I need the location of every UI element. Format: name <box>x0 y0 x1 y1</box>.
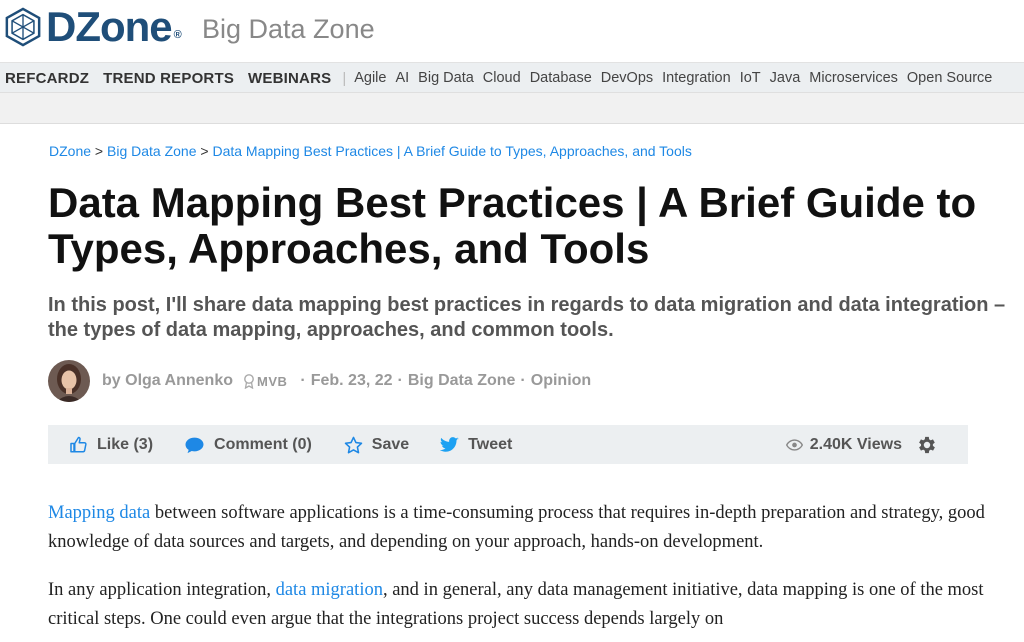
tweet-label: Tweet <box>468 435 513 453</box>
action-bar: Like (3) Comment (0) Save Tweet 2.40K Vi… <box>48 425 968 464</box>
byline-zone[interactable]: Big Data Zone <box>408 372 516 390</box>
nav-webinars[interactable]: WEBINARS <box>248 70 331 87</box>
comment-icon <box>185 437 204 453</box>
sub-nav-bar <box>0 92 1024 124</box>
comment-label: Comment (0) <box>214 435 312 453</box>
nav-topic-cloud[interactable]: Cloud <box>483 70 521 86</box>
tweet-button[interactable]: Tweet <box>440 436 512 454</box>
article-paragraph: In any application integration, data mig… <box>48 576 988 634</box>
paragraph-text: between software applications is a time-… <box>48 503 985 552</box>
mvb-badge: MVB <box>243 374 287 389</box>
like-label: Like (3) <box>97 435 154 453</box>
nav-refcardz[interactable]: REFCARDZ <box>5 70 89 87</box>
author-avatar[interactable] <box>48 360 90 402</box>
author-avatar-image <box>48 360 90 402</box>
nav-topic-big-data[interactable]: Big Data <box>418 70 474 86</box>
mapping-data-link[interactable]: Mapping data <box>48 503 150 523</box>
byline-dot: · <box>300 372 306 389</box>
nav-trend-reports[interactable]: TREND REPORTS <box>103 70 234 87</box>
save-button[interactable]: Save <box>344 436 409 454</box>
byline-dot: · <box>520 372 526 389</box>
like-button[interactable]: Like (3) <box>69 436 153 454</box>
breadcrumb-dzone[interactable]: DZone <box>49 143 91 159</box>
dzone-logo-icon <box>5 7 41 47</box>
dzone-logo[interactable]: DZone ® <box>4 3 182 50</box>
award-ribbon-icon <box>244 373 254 389</box>
data-migration-link[interactable]: data migration <box>276 580 383 600</box>
article-paragraph: Mapping data between software applicatio… <box>48 499 988 557</box>
breadcrumb-separator: > <box>200 143 209 159</box>
nav-topic-integration[interactable]: Integration <box>662 70 731 86</box>
nav-topic-ai[interactable]: AI <box>395 70 409 86</box>
nav-separator: | <box>342 69 347 87</box>
author-name[interactable]: Olga Annenko <box>125 372 233 390</box>
site-header: DZone ® Big Data Zone <box>0 0 1024 62</box>
nav-topic-microservices[interactable]: Microservices <box>809 70 898 86</box>
thumbs-up-icon <box>70 436 87 452</box>
views-label: 2.40K Views <box>809 435 902 453</box>
nav-topic-devops[interactable]: DevOps <box>601 70 653 86</box>
byline: by Olga Annenko MVB · Feb. 23, 22 · Big … <box>48 360 591 402</box>
breadcrumb-current-article[interactable]: Data Mapping Best Practices | A Brief Gu… <box>212 143 691 159</box>
breadcrumb-big-data-zone[interactable]: Big Data Zone <box>107 143 197 159</box>
gear-icon[interactable] <box>916 434 938 456</box>
breadcrumb: DZone > Big Data Zone > Data Mapping Bes… <box>49 143 692 159</box>
article-title: Data Mapping Best Practices | A Brief Gu… <box>48 179 977 272</box>
byline-dot: · <box>397 372 403 389</box>
main-nav: REFCARDZ TREND REPORTS WEBINARS | Agile … <box>0 62 1024 93</box>
zone-title[interactable]: Big Data Zone <box>202 12 375 46</box>
twitter-bird-icon <box>440 436 459 452</box>
dzone-logo-text: DZone ® <box>46 3 182 50</box>
byline-prefix: by <box>102 372 121 389</box>
save-label: Save <box>371 435 410 453</box>
star-icon <box>344 436 363 453</box>
mvb-label: MVB <box>256 373 288 389</box>
nav-topic-agile[interactable]: Agile <box>354 70 386 86</box>
article-type: Opinion <box>530 372 592 389</box>
nav-topic-database[interactable]: Database <box>530 70 592 86</box>
paragraph-text: In any application integration, <box>48 580 276 600</box>
comment-button[interactable]: Comment (0) <box>184 436 312 454</box>
article-subtitle: In this post, I'll share data mapping be… <box>48 294 1006 341</box>
nav-topic-java[interactable]: Java <box>770 70 801 86</box>
eye-icon <box>785 438 803 451</box>
nav-topic-open-source[interactable]: Open Source <box>907 70 992 86</box>
breadcrumb-separator: > <box>94 143 104 159</box>
publish-date: Feb. 23, 22 <box>310 372 393 389</box>
views-counter: 2.40K Views <box>785 435 902 454</box>
nav-topic-iot[interactable]: IoT <box>740 70 761 86</box>
